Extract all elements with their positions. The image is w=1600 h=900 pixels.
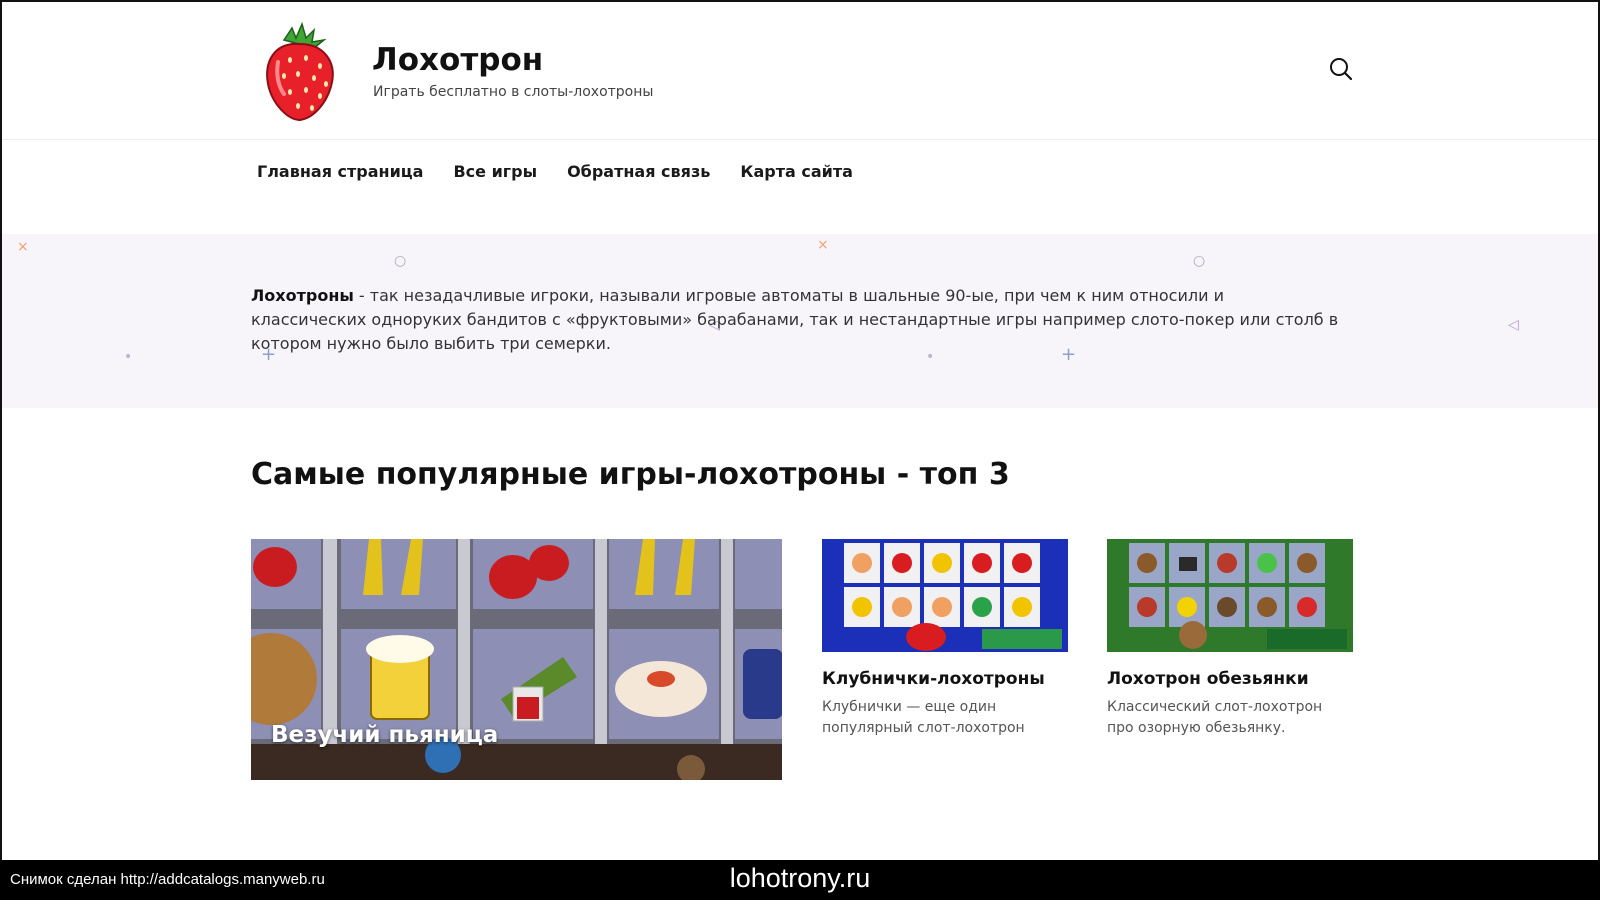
page-frame: Лохотрон Играть бесплатно в слоты-лохотр… [0,0,1600,860]
game-card-description: Классический слот-лохотрон про озорную о… [1107,699,1323,736]
nav-item-sitemap[interactable]: Карта сайта [740,162,853,181]
decor-cross: × [17,239,29,255]
decor-circle: ○ [1193,253,1206,269]
game-card-strawberries[interactable]: Клубнички-лохотроны Клубнички — еще один… [822,539,1068,739]
game-card-title[interactable]: Везучий пьяница [271,722,498,748]
intro-body: - так незадачливые игроки, называли игро… [251,286,1339,353]
game-card-monkey[interactable]: Лохотрон обезьянки Классический слот-лох… [1107,539,1353,739]
decor-circle: ○ [394,253,407,269]
game-card-title[interactable]: Клубнички-лохотроны [822,669,1068,689]
nav-item-home[interactable]: Главная страница [257,162,423,181]
section-title: Самые популярные игры-лохотроны - топ 3 [251,457,1010,492]
screenshot-footer: Снимок сделан http://addcatalogs.manyweb… [0,860,1600,900]
slot-reels-fruits-blue-image [822,539,1068,652]
decor-triangle: ◁ [1508,317,1519,333]
game-card-description: Клубнички — еще один популярный слот-лох… [822,699,1025,736]
slot-reels-monkey-green-image [1107,539,1353,652]
site-subtitle: Играть бесплатно в слоты-лохотроны [373,84,654,100]
site-title[interactable]: Лохотрон [372,42,543,78]
site-header: Лохотрон Играть бесплатно в слоты-лохотр… [2,2,1598,140]
decor-cross: × [817,237,829,253]
search-icon[interactable] [1328,56,1354,82]
strawberry-icon[interactable] [262,21,338,122]
decor-dot: • [124,349,133,365]
nav-item-all-games[interactable]: Все игры [453,162,537,181]
game-card-title[interactable]: Лохотрон обезьянки [1107,669,1353,689]
main-nav: Главная страница Все игры Обратная связь… [257,162,853,181]
footer-domain: lohotrony.ru [729,863,871,893]
intro-lead: Лохотроны [251,286,354,305]
intro-section: × ○ × ○ • + ◁ • + ◁ Лохотроны - так неза… [2,234,1598,408]
nav-item-feedback[interactable]: Обратная связь [567,162,710,181]
game-card-lucky-drunkard[interactable]: Везучий пьяница [251,539,782,780]
intro-text: Лохотроны - так незадачливые игроки, наз… [251,284,1341,356]
